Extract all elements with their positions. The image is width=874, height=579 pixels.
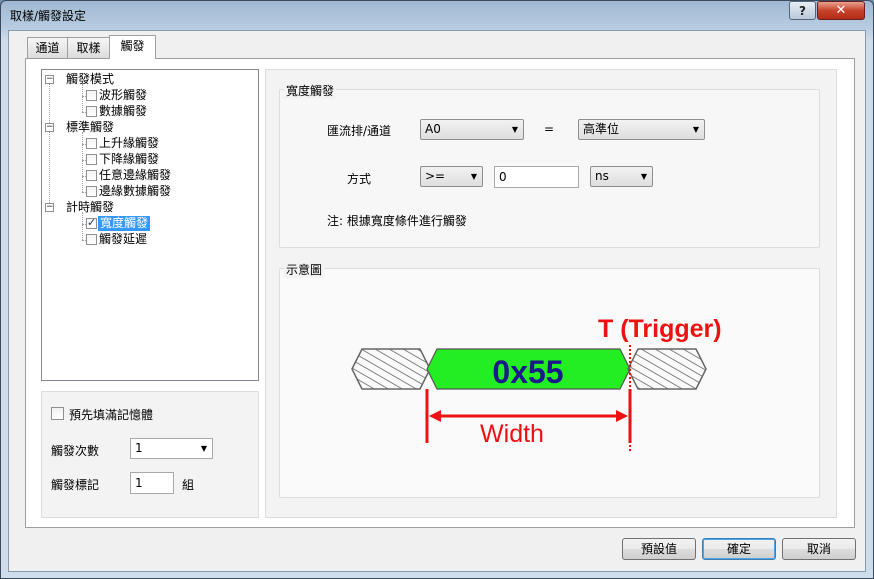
tree-line bbox=[49, 81, 50, 209]
checkbox-data-trigger[interactable] bbox=[86, 106, 97, 117]
window-title: 取樣/觸發設定 bbox=[10, 9, 87, 23]
collapse-icon[interactable]: − bbox=[45, 203, 54, 212]
operator-value: >= bbox=[425, 169, 446, 183]
prefill-memory-checkbox[interactable] bbox=[51, 407, 64, 420]
checkbox-any-edge[interactable] bbox=[86, 170, 97, 181]
bus-channel-value: A0 bbox=[425, 122, 441, 136]
tree-group-timing-trigger[interactable]: 計時觸發 bbox=[66, 200, 114, 215]
tree-item-waveform-trigger[interactable]: 波形觸發 bbox=[99, 88, 147, 103]
tree-item-width-trigger[interactable]: 寬度觸發 bbox=[98, 216, 151, 231]
close-button[interactable]: ✕ bbox=[817, 1, 865, 20]
chevron-down-icon: ▼ bbox=[470, 172, 477, 181]
operator-select[interactable]: >= ▼ bbox=[420, 166, 483, 187]
checkbox-falling-edge[interactable] bbox=[86, 154, 97, 165]
trigger-mark-input[interactable]: 1 bbox=[130, 472, 174, 494]
diagram-group-title: 示意圖 bbox=[284, 261, 325, 278]
bus-channel-select[interactable]: A0 ▼ bbox=[420, 119, 524, 140]
tree-line bbox=[82, 84, 83, 112]
defaults-button[interactable]: 預設值 bbox=[622, 538, 696, 560]
tree-item-edge-data[interactable]: 邊緣數據觸發 bbox=[99, 184, 171, 199]
chevron-down-icon: ▼ bbox=[640, 172, 647, 181]
bus-channel-label: 匯流排/通道 bbox=[327, 124, 392, 138]
mode-label: 方式 bbox=[347, 172, 372, 186]
trigger-type-tree[interactable]: − 觸發模式 波形觸發 數據觸發 − 標準觸發 上升緣觸發 下降緣觸發 任意邊緣… bbox=[41, 69, 259, 381]
collapse-icon[interactable]: − bbox=[45, 123, 54, 132]
tree-group-trigger-mode[interactable]: 觸發模式 bbox=[66, 72, 114, 87]
level-select[interactable]: 高準位 ▼ bbox=[578, 119, 705, 140]
checkbox-trigger-delay[interactable] bbox=[86, 234, 97, 245]
trigger-count-value: 1 bbox=[135, 441, 143, 455]
tree-item-trigger-delay[interactable]: 觸發延遲 bbox=[99, 232, 147, 247]
width-trigger-group-title: 寬度觸發 bbox=[284, 82, 337, 99]
equals-sign: = bbox=[544, 122, 555, 136]
trigger-mark-unit: 組 bbox=[182, 478, 195, 492]
chevron-down-icon: ▼ bbox=[200, 444, 207, 453]
tree-item-falling-edge[interactable]: 下降緣觸發 bbox=[99, 152, 159, 167]
chevron-down-icon: ▼ bbox=[511, 125, 518, 134]
trigger-label: T (Trigger) bbox=[598, 315, 722, 343]
cancel-button[interactable]: 取消 bbox=[782, 538, 856, 560]
trigger-mark-label: 觸發標記 bbox=[51, 478, 100, 492]
data-value-label: 0x55 bbox=[492, 354, 563, 390]
tree-item-data-trigger[interactable]: 數據觸發 bbox=[99, 104, 147, 119]
width-label: Width bbox=[480, 420, 544, 448]
trigger-count-label: 觸發次數 bbox=[51, 444, 100, 458]
unit-select[interactable]: ns ▼ bbox=[590, 166, 653, 187]
arrow-right-icon bbox=[616, 410, 628, 422]
tab-sampling[interactable]: 取樣 bbox=[67, 37, 110, 58]
trigger-count-select[interactable]: 1 ▼ bbox=[130, 438, 213, 459]
checkbox-rising-edge[interactable] bbox=[86, 138, 97, 149]
tree-item-rising-edge[interactable]: 上升緣觸發 bbox=[99, 136, 159, 151]
width-amount-input[interactable]: 0 bbox=[494, 166, 579, 188]
checkbox-waveform-trigger[interactable] bbox=[86, 90, 97, 101]
width-trigger-note: 注: 根據寬度條件進行觸發 bbox=[327, 214, 467, 228]
help-button[interactable]: ? bbox=[789, 1, 816, 20]
hatched-bus-left bbox=[351, 348, 431, 390]
checkbox-edge-data[interactable] bbox=[86, 186, 97, 197]
tab-channel[interactable]: 通道 bbox=[27, 37, 68, 58]
level-value: 高準位 bbox=[583, 122, 620, 136]
arrow-left-icon bbox=[429, 410, 441, 422]
width-trigger-diagram: 0x55 T (Trigger) Width bbox=[351, 315, 722, 453]
tab-trigger[interactable]: 觸發 bbox=[109, 35, 156, 59]
collapse-icon[interactable]: − bbox=[45, 75, 54, 84]
title-bar[interactable]: 取樣/觸發設定 bbox=[0, 0, 874, 30]
tree-line bbox=[82, 132, 83, 192]
tree-group-standard-trigger[interactable]: 標準觸發 bbox=[66, 120, 114, 135]
hatched-bus-right bbox=[627, 348, 707, 390]
prefill-memory-label: 預先填滿記憶體 bbox=[69, 408, 154, 422]
tree-item-any-edge[interactable]: 任意邊緣觸發 bbox=[99, 168, 171, 183]
tree-line bbox=[82, 212, 83, 240]
chevron-down-icon: ▼ bbox=[692, 125, 699, 134]
checkbox-width-trigger[interactable] bbox=[86, 216, 97, 229]
ok-button[interactable]: 確定 bbox=[702, 538, 776, 560]
unit-value: ns bbox=[595, 169, 609, 183]
